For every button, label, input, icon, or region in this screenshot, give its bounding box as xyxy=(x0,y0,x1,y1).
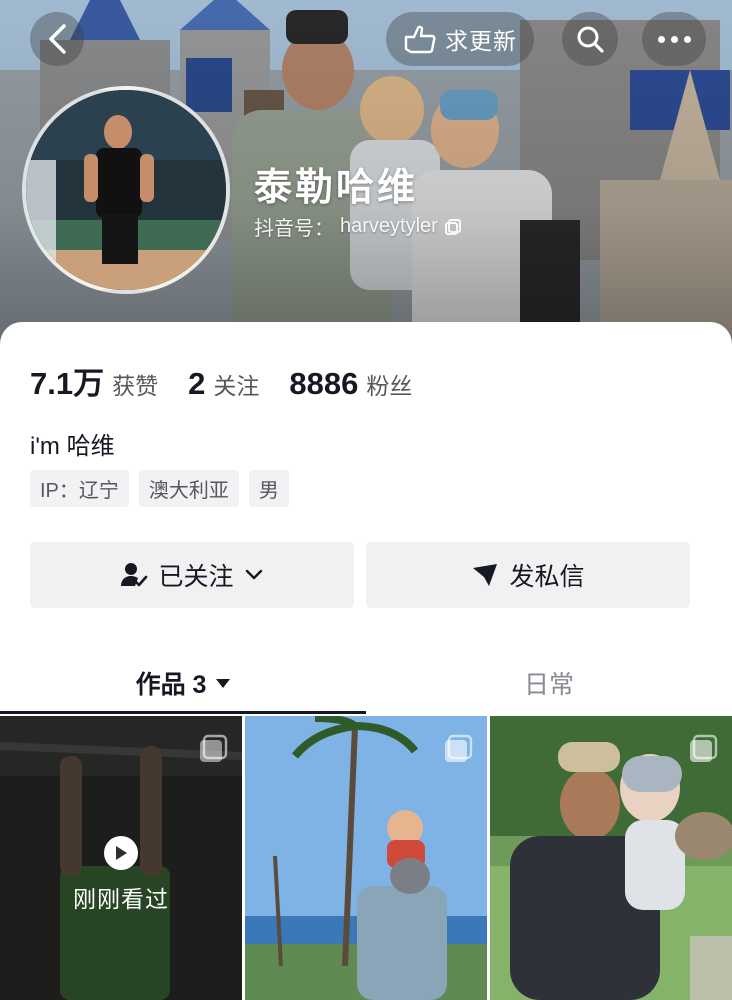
send-message-label: 发私信 xyxy=(509,563,585,591)
douyin-id-label: 抖音号： xyxy=(254,218,334,240)
profile-bio: i'm 哈维 xyxy=(30,433,115,460)
profile-tags: IP：辽宁 澳大利亚 男 xyxy=(30,470,289,507)
profile-name: 泰勒哈维 xyxy=(254,167,419,209)
stat-value: 7.1万 xyxy=(30,366,105,401)
stat-followers[interactable]: 8886 粉丝 xyxy=(289,366,412,402)
search-icon xyxy=(577,26,604,53)
douyin-id[interactable]: 抖音号： harveytyler xyxy=(254,212,462,241)
multi-image-icon xyxy=(200,734,228,762)
multi-image-icon xyxy=(690,734,718,762)
tab-works[interactable]: 作品 3 xyxy=(0,652,366,714)
video-thumbnail[interactable] xyxy=(490,716,732,1000)
tag-gender: 男 xyxy=(248,470,289,507)
chevron-left-icon xyxy=(49,24,66,54)
request-update-label: 求更新 xyxy=(445,28,517,54)
stat-value: 2 xyxy=(188,366,206,401)
douyin-id-value: harveytyler xyxy=(340,215,438,237)
recently-watched-label: 刚刚看过 xyxy=(73,886,169,912)
following-label: 已关注 xyxy=(158,563,234,591)
caret-down-icon xyxy=(216,678,231,688)
video-grid: 刚刚看过 xyxy=(0,716,732,1000)
profile-cover: 求更新 泰勒哈维 抖音号： harveytyler xyxy=(0,0,732,345)
stat-label: 获赞 xyxy=(112,373,159,399)
stat-value: 8886 xyxy=(289,366,359,401)
stat-label: 关注 xyxy=(213,373,260,399)
copy-icon[interactable] xyxy=(444,218,462,236)
stat-likes[interactable]: 7.1万 获赞 xyxy=(30,358,158,403)
tag-ip: IP：辽宁 xyxy=(30,470,129,507)
video-thumbnail[interactable]: 刚刚看过 xyxy=(0,716,242,1000)
multi-image-icon xyxy=(445,734,473,762)
avatar-image xyxy=(26,90,226,290)
tab-daily-label: 日常 xyxy=(523,671,574,699)
stat-following[interactable]: 2 关注 xyxy=(188,366,259,402)
search-button[interactable] xyxy=(562,12,618,66)
following-button[interactable]: 已关注 xyxy=(30,542,354,608)
video-thumbnail[interactable] xyxy=(245,716,487,1000)
hand-point-icon xyxy=(404,25,436,54)
request-update-button[interactable]: 求更新 xyxy=(386,12,534,66)
avatar[interactable] xyxy=(22,86,230,294)
user-check-icon xyxy=(121,563,148,587)
chevron-down-icon xyxy=(245,569,262,580)
play-icon xyxy=(104,836,138,870)
content-tabs: 作品 3 日常 xyxy=(0,652,732,714)
tag-country: 澳大利亚 xyxy=(138,470,239,507)
back-button[interactable] xyxy=(30,12,84,66)
stats-row: 7.1万 获赞 2 关注 8886 粉丝 xyxy=(30,358,442,403)
more-button[interactable] xyxy=(642,12,706,66)
tab-works-label: 作品 3 xyxy=(135,671,207,699)
action-buttons: 已关注 发私信 xyxy=(30,542,690,608)
send-icon xyxy=(473,564,498,586)
send-message-button[interactable]: 发私信 xyxy=(366,542,690,608)
recently-watched-overlay: 刚刚看过 xyxy=(0,836,242,914)
tab-daily[interactable]: 日常 xyxy=(366,652,732,714)
more-dots-icon xyxy=(657,35,691,43)
profile-sheet: 7.1万 获赞 2 关注 8886 粉丝 i'm 哈维 IP：辽宁 澳大利亚 男… xyxy=(0,322,732,714)
stat-label: 粉丝 xyxy=(366,373,413,399)
